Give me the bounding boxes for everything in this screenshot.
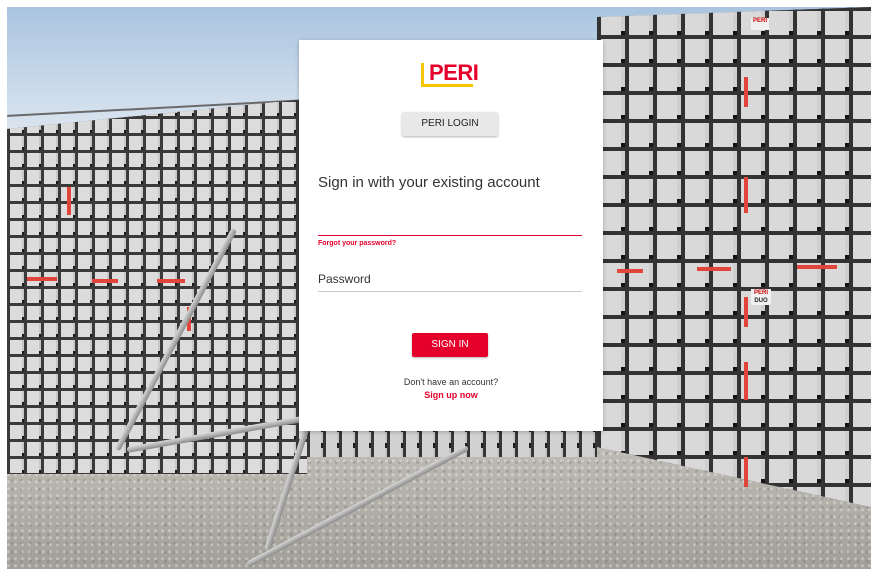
clamp [157, 279, 185, 283]
peri-duo-badge: PERI DUO [751, 289, 771, 305]
clamp [744, 177, 748, 213]
clamp [797, 265, 837, 269]
forgot-password-link[interactable]: Forgot your password? [318, 240, 396, 247]
page-title: Sign in with your existing account [318, 174, 540, 191]
clamp [92, 279, 118, 283]
peri-duo-badge-brand: PERI [753, 290, 768, 296]
sign-in-button[interactable]: SIGN IN [412, 333, 488, 357]
clamp [744, 362, 748, 400]
peri-duo-badge-model: DUO [754, 298, 768, 304]
clamp [27, 277, 57, 281]
formwork-wall-right [597, 7, 871, 507]
peri-logo: PERI [421, 60, 479, 90]
clamp [67, 187, 71, 215]
no-account-text: Don't have an account? [403, 377, 499, 387]
formwork-wall-left [7, 99, 307, 474]
clamp [744, 77, 748, 107]
peri-login-button[interactable]: PERI LOGIN [402, 112, 498, 136]
clamp [744, 297, 748, 327]
clamp [617, 269, 643, 273]
password-field[interactable] [318, 266, 582, 292]
sign-up-link[interactable]: Sign up now [299, 390, 603, 400]
email-field[interactable] [318, 212, 582, 236]
clamp [744, 457, 748, 487]
clamp [697, 267, 731, 271]
login-card: PERI PERI LOGIN Sign in with your existi… [299, 40, 603, 431]
logo-text: PERI [429, 60, 479, 85]
peri-badge: PERI [751, 18, 769, 30]
